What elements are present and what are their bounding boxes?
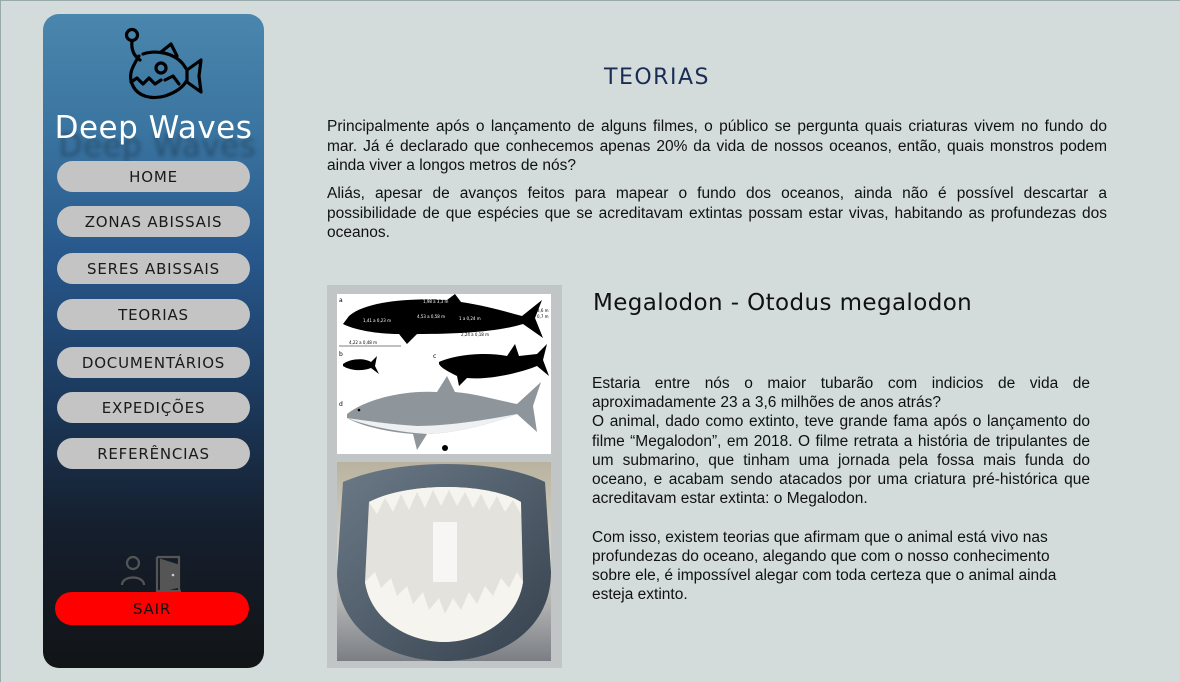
- panel-label-d: d: [339, 401, 343, 408]
- svg-text:0,7 m: 0,7 m: [537, 314, 549, 319]
- section-paragraph-2: O animal, dado como extinto, teve grande…: [592, 413, 1090, 508]
- panel-label-c: c: [433, 353, 436, 360]
- svg-text:4,22 a 0,48 m: 4,22 a 0,48 m: [349, 340, 377, 345]
- brand-name: Deep Waves: [54, 110, 253, 146]
- page-title: TEORIAS: [604, 65, 710, 90]
- nav-teorias-button[interactable]: TEORIAS: [57, 299, 250, 330]
- nav-referencias-button[interactable]: REFERÊNCIAS: [57, 438, 250, 469]
- svg-text:2,24 a 0,18 m: 2,24 a 0,18 m: [461, 332, 489, 337]
- svg-text:1 a 0,24 m: 1 a 0,24 m: [459, 316, 481, 321]
- anglerfish-icon[interactable]: [121, 20, 205, 116]
- logout-button[interactable]: SAIR: [55, 592, 249, 625]
- svg-text:4,53 a 0,58 m: 4,53 a 0,58 m: [417, 314, 445, 319]
- megalodon-size-diagram: a 1,98 a 3,3 m 1,41 a 0,23 m 4,53 a 0,58…: [337, 294, 551, 454]
- intro-paragraph-1: Principalmente após o lançamento de algu…: [327, 118, 1107, 174]
- svg-text:1,98 a 3,3 m: 1,98 a 3,3 m: [423, 299, 449, 304]
- megalodon-jaws-photo: [337, 462, 551, 661]
- svg-text:1,41 a 0,23 m: 1,41 a 0,23 m: [363, 318, 391, 323]
- panel-label-a: a: [339, 297, 343, 304]
- door-exit-icon[interactable]: [155, 555, 181, 593]
- image-panel: a 1,98 a 3,3 m 1,41 a 0,23 m 4,53 a 0,58…: [327, 285, 562, 668]
- section-paragraph-1: Estaria entre nós o maior tubarão com in…: [592, 375, 1090, 412]
- nav-documentarios-button[interactable]: DOCUMENTÁRIOS: [57, 347, 250, 378]
- user-icon[interactable]: [120, 555, 146, 586]
- user-actions: [120, 555, 185, 593]
- panel-label-b: b: [339, 351, 343, 358]
- svg-text:3,6 m: 3,6 m: [537, 308, 549, 313]
- nav-expedicoes-button[interactable]: EXPEDIÇÕES: [57, 392, 250, 423]
- nav-home-button[interactable]: HOME: [57, 161, 250, 192]
- section-paragraph-3: Com isso, existem teorias que afirmam qu…: [592, 528, 1057, 604]
- section-body: Estaria entre nós o maior tubarão com in…: [592, 374, 1090, 604]
- svg-text:3,05 a 0,77 m: 3,05 a 0,77 m: [401, 330, 429, 335]
- section-title: Megalodon - Otodus megalodon: [593, 290, 973, 316]
- nav-zonas-abissais-button[interactable]: ZONAS ABISSAIS: [57, 206, 250, 237]
- sidebar: Deep Waves Deep Waves HOME ZONAS ABISSAI…: [43, 14, 264, 668]
- nav-seres-abissais-button[interactable]: SERES ABISSAIS: [57, 253, 250, 284]
- intro-paragraph-2: Aliás, apesar de avanços feitos para map…: [327, 185, 1107, 241]
